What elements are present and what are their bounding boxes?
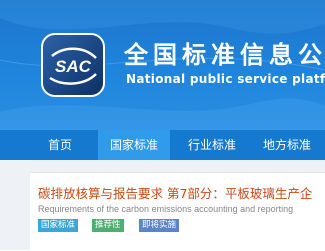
tag-national-standard: 国家标准	[38, 219, 79, 232]
site-subtitle: National public service platform f	[126, 72, 325, 86]
site-title: 全国标准信息公	[124, 41, 325, 69]
standard-english-title: Requirements of the carbon emissions acc…	[38, 204, 294, 214]
nav-national-standards[interactable]: 国家标准	[98, 130, 170, 160]
header-banner: SAC 全国标准信息公 National public service plat…	[0, 0, 325, 130]
sac-logo[interactable]: SAC	[40, 32, 106, 98]
main-nav: 首页 国家标准 行业标准 地方标准	[0, 130, 325, 160]
standard-title-link[interactable]: 碳排放核算与报告要求 第7部分：平板玻璃生产企	[38, 183, 312, 202]
nav-local-standards[interactable]: 地方标准	[255, 130, 319, 160]
nav-industry-standards[interactable]: 行业标准	[181, 130, 243, 160]
tag-recommended: 推荐性	[92, 219, 124, 232]
svg-text:SAC: SAC	[55, 57, 92, 76]
nav-home[interactable]: 首页	[40, 130, 80, 160]
tag-upcoming: 即将实施	[139, 219, 180, 232]
